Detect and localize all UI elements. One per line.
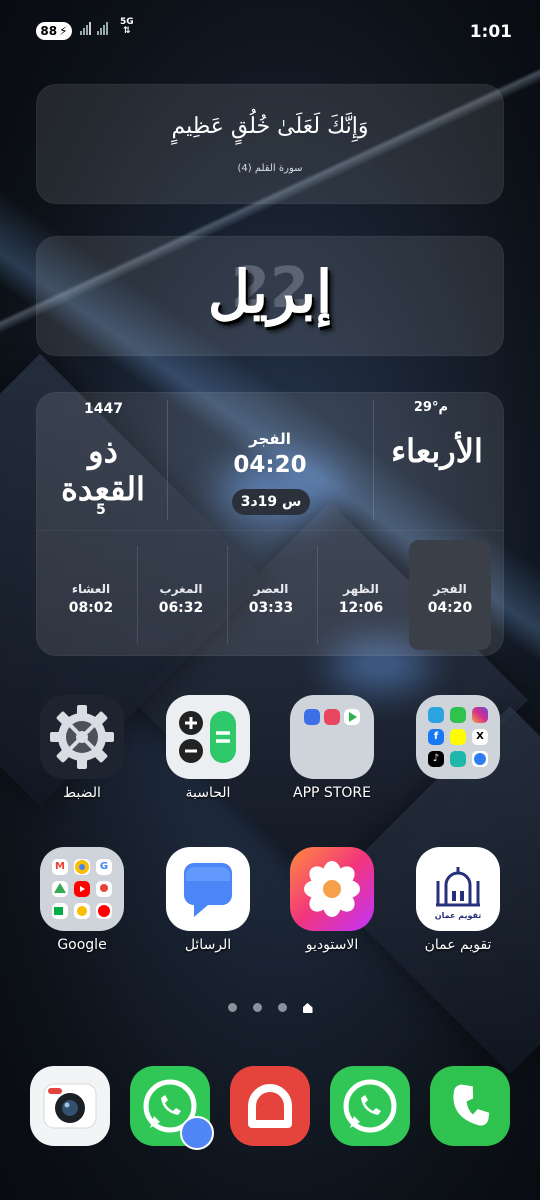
- month-name: إبريل: [207, 258, 333, 326]
- dock-whatsapp-business[interactable]: [330, 1066, 410, 1146]
- prayer-time: 12:06: [338, 600, 384, 616]
- app-oman-calendar[interactable]: تقويم عمان تقويم عمان: [398, 847, 518, 953]
- app-calculator[interactable]: الحاسبة: [148, 695, 268, 801]
- dock-camera[interactable]: [30, 1066, 110, 1146]
- app-label: الاستوديو: [305, 937, 359, 953]
- page-dot[interactable]: [227, 1003, 237, 1012]
- photos-icon: [74, 903, 90, 919]
- prayer-times-row: العشاء 08:02 المغرب 06:32 العصر 03:33 ال…: [36, 540, 504, 650]
- gallery-flower-icon: [290, 847, 374, 931]
- youtube-icon: [74, 881, 90, 897]
- google-folder[interactable]: M G Google: [22, 847, 142, 953]
- snapchat-icon: [450, 729, 466, 745]
- app-store-folder[interactable]: APP STORE: [272, 695, 392, 801]
- dock-phone[interactable]: [430, 1066, 510, 1146]
- app-label: Google: [57, 937, 107, 953]
- network-type: 5G ⇅: [120, 17, 134, 36]
- youtube-music-icon: [96, 903, 112, 919]
- dock-app[interactable]: [230, 1066, 310, 1146]
- app-gallery[interactable]: الاستوديو: [272, 847, 392, 953]
- maps-icon: [96, 881, 112, 897]
- page-dot[interactable]: [252, 1003, 262, 1012]
- tiktok-icon: ♪: [428, 751, 444, 767]
- prayer-time-fajr: الفجر 04:20: [409, 540, 491, 650]
- prayer-name: الفجر: [433, 582, 467, 596]
- message-badge-icon: [180, 1116, 214, 1150]
- prayer-time: 03:33: [248, 600, 294, 616]
- signal-icon: [97, 22, 108, 35]
- gmail-icon: M: [52, 859, 68, 875]
- prayer-time-dhuhr: الظهر 12:06: [317, 540, 402, 650]
- app-label: الحاسبة: [185, 785, 231, 801]
- countdown-badge: 3س 19د: [232, 489, 310, 515]
- hijri-day: 5: [96, 502, 106, 518]
- verse-source: سورة القلم (4): [237, 163, 303, 174]
- app-label: الضبط: [63, 785, 101, 801]
- signal-icon: [80, 22, 91, 35]
- signal-icons: [80, 22, 108, 35]
- battery-level: 88: [40, 24, 58, 38]
- app-settings[interactable]: الضبط: [22, 695, 142, 801]
- prayer-name: المغرب: [159, 582, 203, 596]
- date-widget[interactable]: 22 إبريل: [36, 236, 504, 356]
- prayer-time: 04:20: [427, 600, 473, 616]
- google-folder-icon: M G: [40, 847, 124, 931]
- prayer-time: 08:02: [68, 600, 114, 616]
- prayer-time-asr: العصر 03:33: [227, 540, 312, 650]
- hijri-year: 1447: [84, 401, 123, 417]
- instagram-icon: [472, 707, 488, 723]
- app-label: تقويم عمان: [424, 937, 492, 953]
- weekday: الأربعاء: [391, 432, 483, 470]
- x-icon: X: [472, 729, 488, 745]
- settings-gear-icon: [40, 695, 124, 779]
- app-messages[interactable]: الرسائل: [148, 847, 268, 953]
- page-dot[interactable]: [277, 1003, 287, 1012]
- app-label: APP STORE: [293, 785, 371, 801]
- folder-icon: [290, 695, 374, 779]
- app-icon: [450, 751, 466, 767]
- charging-icon: ⚡: [59, 24, 68, 38]
- prayer-time-isha: العشاء 08:02: [50, 540, 132, 650]
- home-page-icon[interactable]: [302, 1003, 313, 1013]
- clock: 1:01: [469, 22, 512, 42]
- icon-caption: تقويم عمان: [434, 911, 482, 920]
- battery-indicator: 88 ⚡: [36, 22, 72, 40]
- google-icon: G: [96, 859, 112, 875]
- status-bar: 88 ⚡ 5G ⇅ 1:01: [0, 0, 540, 60]
- facebook-icon: f: [428, 729, 444, 745]
- camera-icon: [43, 1083, 97, 1129]
- social-folder-icon: f X ♪: [416, 695, 500, 779]
- prayer-name: العشاء: [71, 582, 111, 596]
- calculator-icon: [166, 695, 250, 779]
- prayer-name: العصر: [253, 582, 289, 596]
- dock-whatsapp[interactable]: [130, 1066, 214, 1150]
- divider: [36, 530, 504, 531]
- prayer-time: 06:32: [158, 600, 204, 616]
- whatsapp-business-icon: [343, 1079, 397, 1133]
- verse-text: وَإِنَّكَ لَعَلَىٰ خُلُقٍ عَظِيمٍ: [171, 114, 369, 139]
- prayer-times-widget[interactable]: 1447 ذو القعدة 5 الفجر 04:20 3س 19د 29°م…: [36, 392, 504, 656]
- temperature: 29°م: [413, 400, 448, 415]
- chrome-icon: [74, 859, 90, 875]
- telegram-icon: [428, 707, 444, 723]
- wechat-icon: [450, 707, 466, 723]
- social-apps-folder[interactable]: f X ♪: [398, 695, 518, 785]
- meet-icon: [52, 903, 68, 919]
- messages-icon: [166, 847, 250, 931]
- app-icon: [248, 1084, 292, 1128]
- app-label: الرسائل: [184, 937, 232, 953]
- messenger-icon: [472, 751, 488, 767]
- phone-icon: [453, 1084, 490, 1126]
- mosque-calendar-icon: تقويم عمان: [416, 847, 500, 931]
- prayer-name: الظهر: [343, 582, 379, 596]
- page-indicator[interactable]: [0, 1003, 540, 1013]
- quran-verse-widget[interactable]: وَإِنَّكَ لَعَلَىٰ خُلُقٍ عَظِيمٍ سورة ا…: [36, 84, 504, 204]
- drive-icon: [52, 881, 68, 897]
- prayer-time-maghrib: المغرب 06:32: [137, 540, 222, 650]
